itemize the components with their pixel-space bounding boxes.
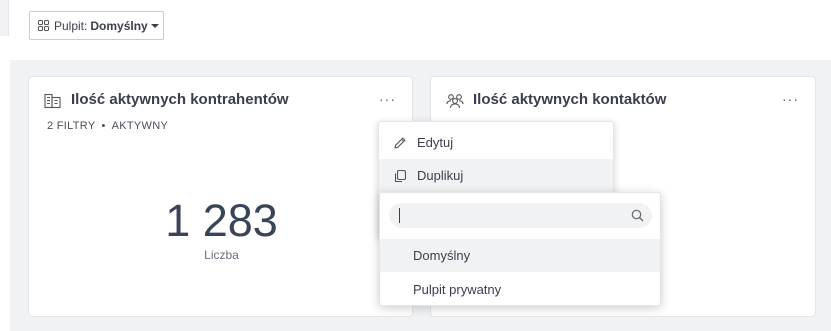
- duplicate-dashboard-submenu: Domyślny Pulpit prywatny: [379, 192, 661, 306]
- card-filters: 2 FILTRY • AKTYWNY: [47, 120, 168, 132]
- dashboard-selector-button[interactable]: Pulpit: Domyślny: [29, 11, 164, 40]
- separator-dot: •: [101, 120, 106, 132]
- dashboard-option[interactable]: Domyślny: [380, 239, 660, 272]
- metric-value: 1 283: [165, 195, 278, 246]
- chevron-down-icon: [150, 24, 159, 28]
- copy-icon: [393, 169, 407, 183]
- pencil-icon: [393, 136, 407, 150]
- status-label: AKTYWNY: [111, 120, 169, 132]
- menu-item-label: Duplikuj: [417, 168, 464, 183]
- widget-card-contractors: Ilość aktywnych kontrahentów ··· 2 FILTR…: [28, 76, 413, 317]
- card-title: Ilość aktywnych kontrahentów: [71, 91, 289, 108]
- menu-item-duplicate[interactable]: Duplikuj: [379, 159, 613, 192]
- filters-count[interactable]: 2 FILTRY: [47, 120, 95, 132]
- dashboard-selector-label: Pulpit:: [54, 18, 88, 33]
- menu-item-edit[interactable]: Edytuj: [379, 126, 613, 159]
- left-edge-panel: [0, 0, 9, 36]
- dashboard-selector-value: Domyślny: [90, 18, 148, 33]
- building-icon: [44, 93, 62, 109]
- card-title: Ilość aktywnych kontaktów: [473, 91, 667, 108]
- text-cursor: [399, 208, 400, 223]
- card-menu-button[interactable]: ···: [782, 91, 799, 107]
- search-field[interactable]: [389, 203, 652, 228]
- grid-icon: [38, 20, 49, 31]
- people-icon: [446, 93, 464, 109]
- search-icon[interactable]: [631, 209, 644, 222]
- dashboard-option[interactable]: Pulpit prywatny: [380, 273, 660, 306]
- card-menu-button[interactable]: ···: [379, 91, 396, 107]
- search-input[interactable]: [399, 206, 619, 225]
- metric-label: Liczba: [204, 248, 239, 262]
- menu-item-label: Edytuj: [417, 135, 454, 150]
